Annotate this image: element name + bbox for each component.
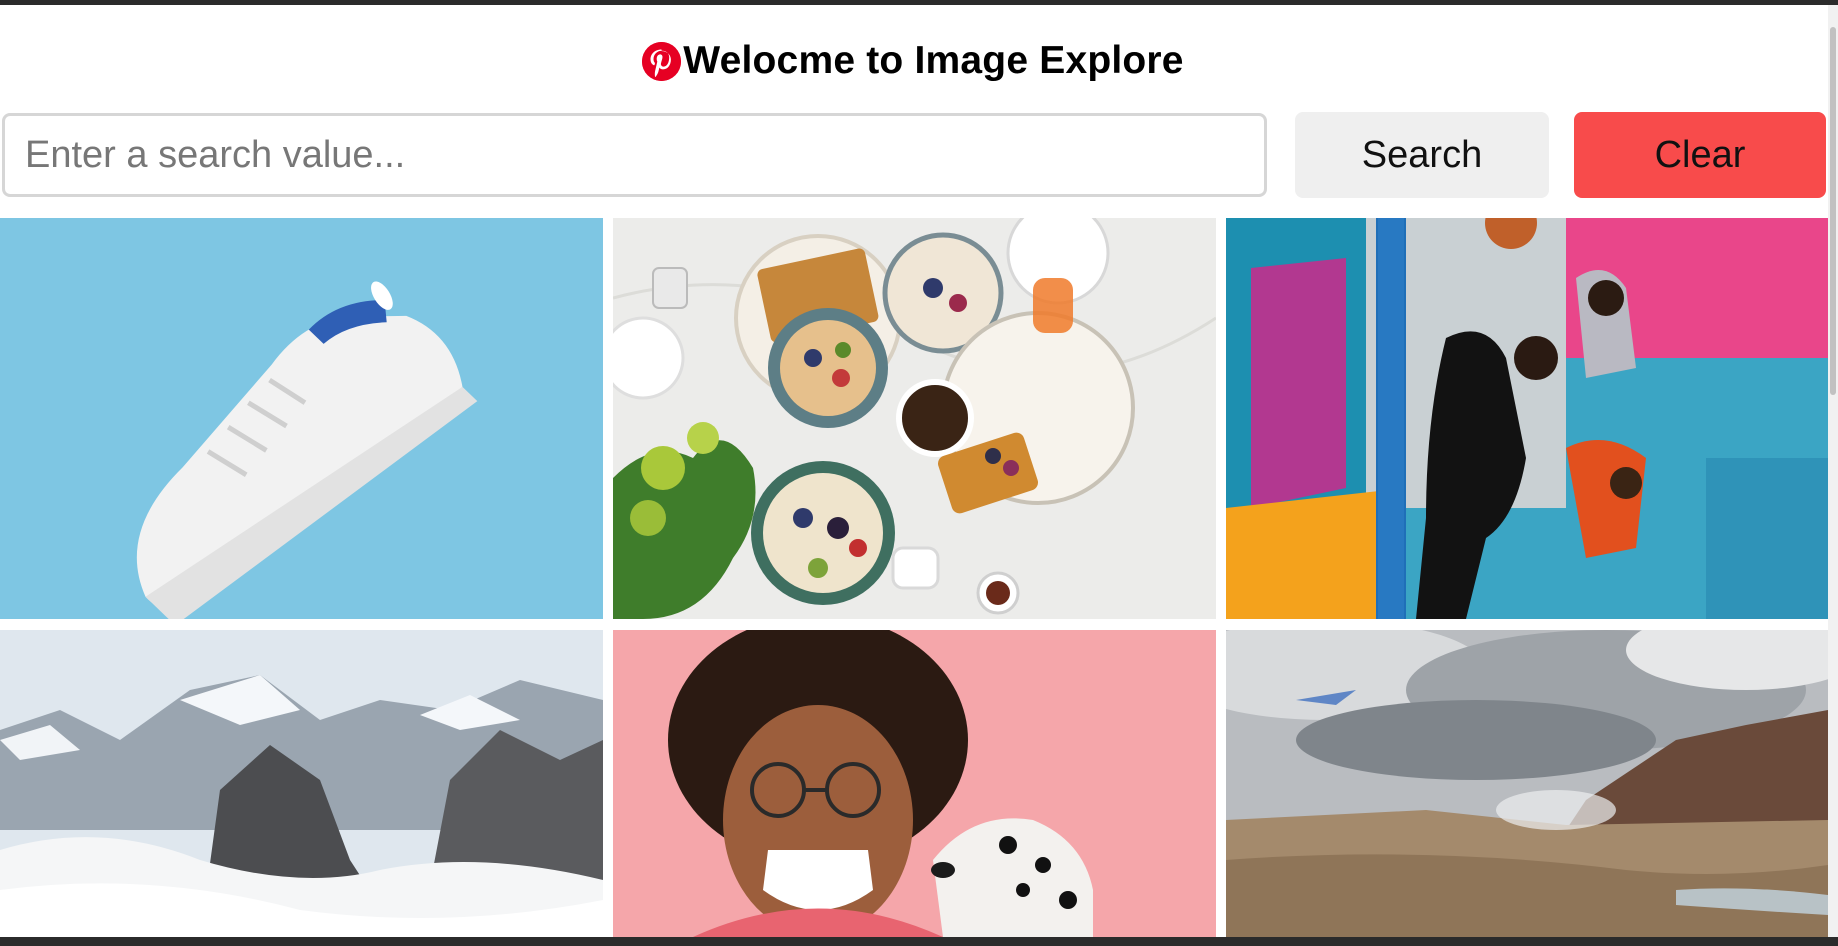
search-button[interactable]: Search [1295,112,1549,198]
gallery-image-sneaker[interactable] [0,218,603,619]
gallery-image-mountains[interactable] [0,630,603,937]
window-top-border [0,0,1838,5]
page-title: Welocme to Image Explore [683,39,1184,82]
gallery-image-breakfast[interactable] [613,218,1216,619]
scrollbar-thumb[interactable] [1830,27,1836,395]
taskbar-edge [0,937,1838,946]
gallery-image-basketball[interactable] [1226,218,1828,619]
page-header: Welocme to Image Explore [0,30,1826,92]
search-input[interactable] [2,113,1267,197]
gallery-image-landscape[interactable] [1226,630,1828,937]
pinterest-icon [642,41,682,81]
clear-button[interactable]: Clear [1574,112,1826,198]
vertical-scrollbar[interactable] [1828,5,1838,937]
gallery-image-woman-dog[interactable] [613,630,1216,937]
